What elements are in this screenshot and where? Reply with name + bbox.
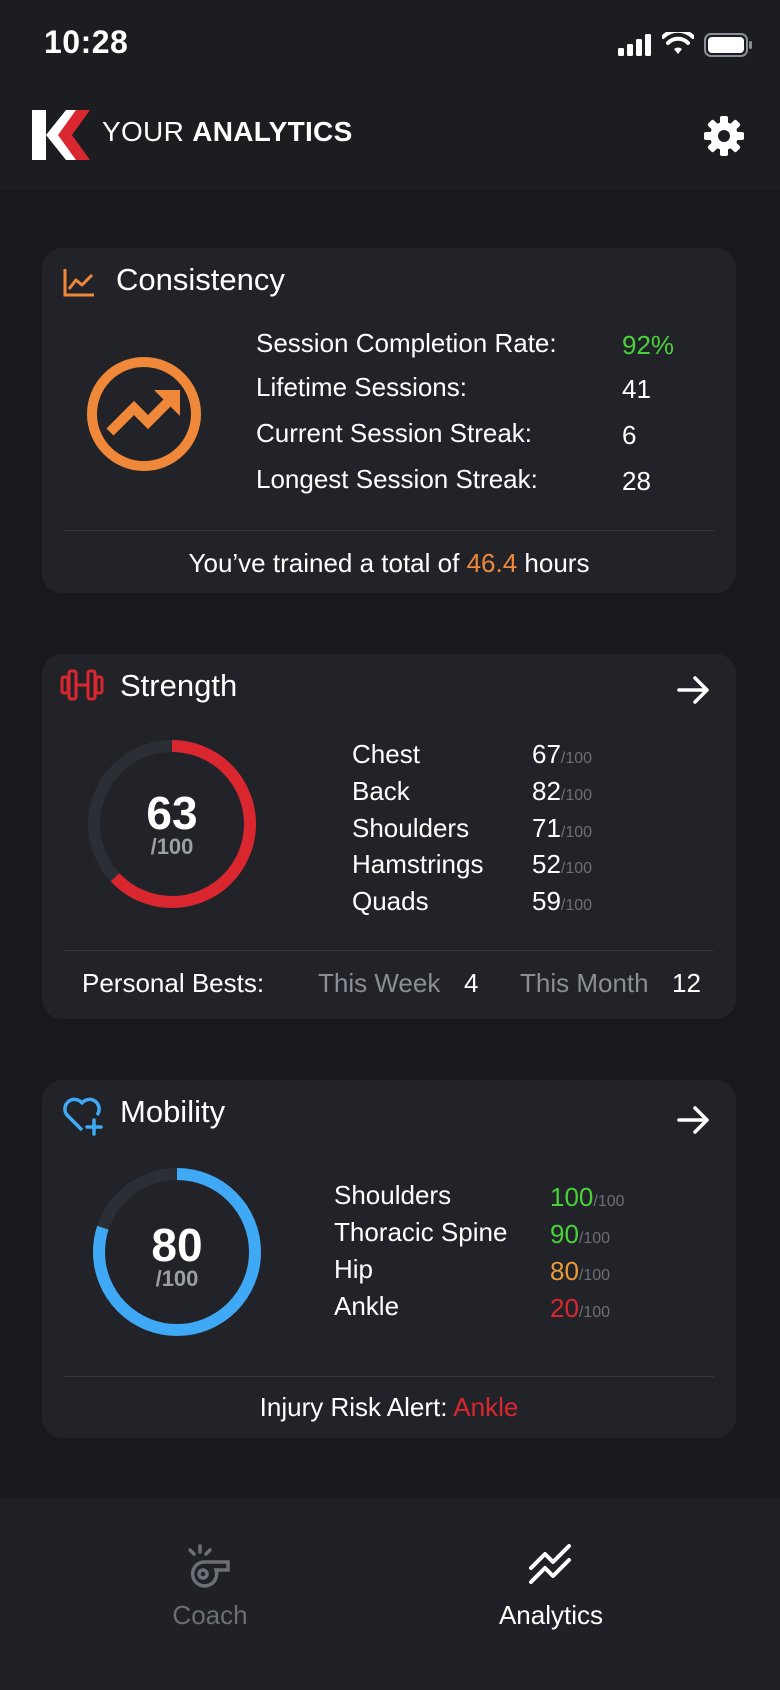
heart-plus-icon xyxy=(62,1094,106,1136)
tab-analytics[interactable]: Analytics xyxy=(390,1498,780,1690)
muscle-score-value: 71 xyxy=(532,813,561,843)
stat-value: 6 xyxy=(622,420,637,450)
muscle-score-value: 67 xyxy=(532,739,561,769)
mobility-score: 100/100 xyxy=(550,1182,625,1213)
muscle-score-unit: /100 xyxy=(560,787,593,804)
muscle-label: Quads xyxy=(352,886,429,916)
strength-arrow-right-icon[interactable] xyxy=(676,674,712,706)
mobility-arrow-right-icon[interactable] xyxy=(676,1104,712,1136)
card-divider xyxy=(64,950,714,951)
dumbbell-icon xyxy=(60,668,104,702)
status-time: 10:28 xyxy=(44,24,129,60)
mobility-score-unit: /100 xyxy=(578,1304,611,1321)
trending-up-circle-icon xyxy=(84,354,204,474)
signal-icon xyxy=(618,34,654,56)
total-hours-suffix: hours xyxy=(524,548,590,578)
total-hours-prefix: You’ve trained a total of xyxy=(188,548,460,578)
stat-value: 28 xyxy=(622,466,651,496)
page-title-prefix: YOUR xyxy=(102,116,185,147)
mobility-score-value: 90 xyxy=(550,1219,579,1249)
strength-title: Strength xyxy=(120,668,238,703)
mobility-label: Ankle xyxy=(334,1291,400,1321)
injury-risk-label: Injury Risk Alert: xyxy=(259,1392,448,1422)
strength-score-max: /100 xyxy=(150,834,194,859)
stat-value: 41 xyxy=(622,374,651,404)
mobility-score: 20/100 xyxy=(550,1293,610,1324)
mobility-score: 80/100 xyxy=(550,1256,610,1287)
mobility-score-value: 80 xyxy=(550,1256,579,1286)
muscle-score: 67/100 xyxy=(532,739,592,770)
mobility-score: 90/100 xyxy=(550,1219,610,1250)
mobility-score-unit: /100 xyxy=(593,1193,625,1210)
total-hours-text: You’ve trained a total of 46.4 hours xyxy=(42,548,736,579)
mobility-score-value: 20 xyxy=(550,1293,579,1323)
muscle-score-value: 52 xyxy=(532,849,561,879)
muscle-score: 71/100 xyxy=(532,813,592,844)
pb-week-value: 4 xyxy=(464,968,479,998)
mobility-score-value: 100 xyxy=(550,1182,594,1212)
tab-coach-label: Coach xyxy=(172,1600,248,1630)
strength-score-value: 63 xyxy=(146,787,198,839)
injury-risk-alert: Injury Risk Alert: Ankle xyxy=(42,1392,736,1423)
muscle-score: 82/100 xyxy=(532,776,592,807)
wifi-icon xyxy=(661,28,695,56)
muscle-label: Shoulders xyxy=(352,813,470,843)
stat-label: Current Session Streak: xyxy=(256,418,533,448)
page-title: YOUR ANALYTICS xyxy=(102,116,353,148)
personal-bests-label: Personal Bests: xyxy=(82,968,265,998)
settings-gear-icon[interactable] xyxy=(702,114,746,158)
stat-label: Lifetime Sessions: xyxy=(256,372,467,402)
muscle-score: 52/100 xyxy=(532,849,592,880)
trend-chart-icon xyxy=(62,266,96,298)
page-title-bold: ANALYTICS xyxy=(192,116,353,147)
card-divider xyxy=(64,1376,714,1377)
muscle-score-unit: /100 xyxy=(560,750,593,767)
mobility-score-unit: /100 xyxy=(578,1267,611,1284)
mobility-score-unit: /100 xyxy=(578,1230,611,1247)
injury-risk-value: Ankle xyxy=(453,1392,519,1422)
muscle-label: Back xyxy=(352,776,410,806)
pb-month-value: 12 xyxy=(672,968,701,998)
mobility-label: Shoulders xyxy=(334,1180,452,1210)
muscle-score-unit: /100 xyxy=(560,897,593,914)
muscle-score-value: 59 xyxy=(532,886,561,916)
tab-analytics-label: Analytics xyxy=(498,1600,604,1630)
mobility-label: Hip xyxy=(334,1254,374,1284)
stat-value: 92% xyxy=(622,330,675,360)
pb-month-label: This Month xyxy=(520,968,649,998)
mobility-title: Mobility xyxy=(120,1094,226,1129)
stat-label: Session Completion Rate: xyxy=(256,328,557,358)
muscle-score-unit: /100 xyxy=(560,824,593,841)
mobility-score-max: /100 xyxy=(155,1266,199,1291)
consistency-title: Consistency xyxy=(116,262,285,297)
pb-week-label: This Week xyxy=(318,968,441,998)
analytics-trend-icon xyxy=(528,1544,574,1584)
tab-coach[interactable]: Coach xyxy=(0,1498,390,1690)
brand-logo xyxy=(32,110,90,160)
muscle-score: 59/100 xyxy=(532,886,592,917)
card-divider xyxy=(64,530,714,531)
mobility-label: Thoracic Spine xyxy=(334,1217,508,1247)
mobility-score-value: 80 xyxy=(151,1219,203,1271)
muscle-score-value: 82 xyxy=(532,776,561,806)
whistle-icon xyxy=(186,1544,232,1588)
muscle-label: Chest xyxy=(352,739,420,769)
muscle-score-unit: /100 xyxy=(560,860,593,877)
muscle-label: Hamstrings xyxy=(352,849,484,879)
total-hours-value: 46.4 xyxy=(466,548,518,578)
stat-label: Longest Session Streak: xyxy=(256,464,538,494)
battery-icon xyxy=(704,33,754,57)
